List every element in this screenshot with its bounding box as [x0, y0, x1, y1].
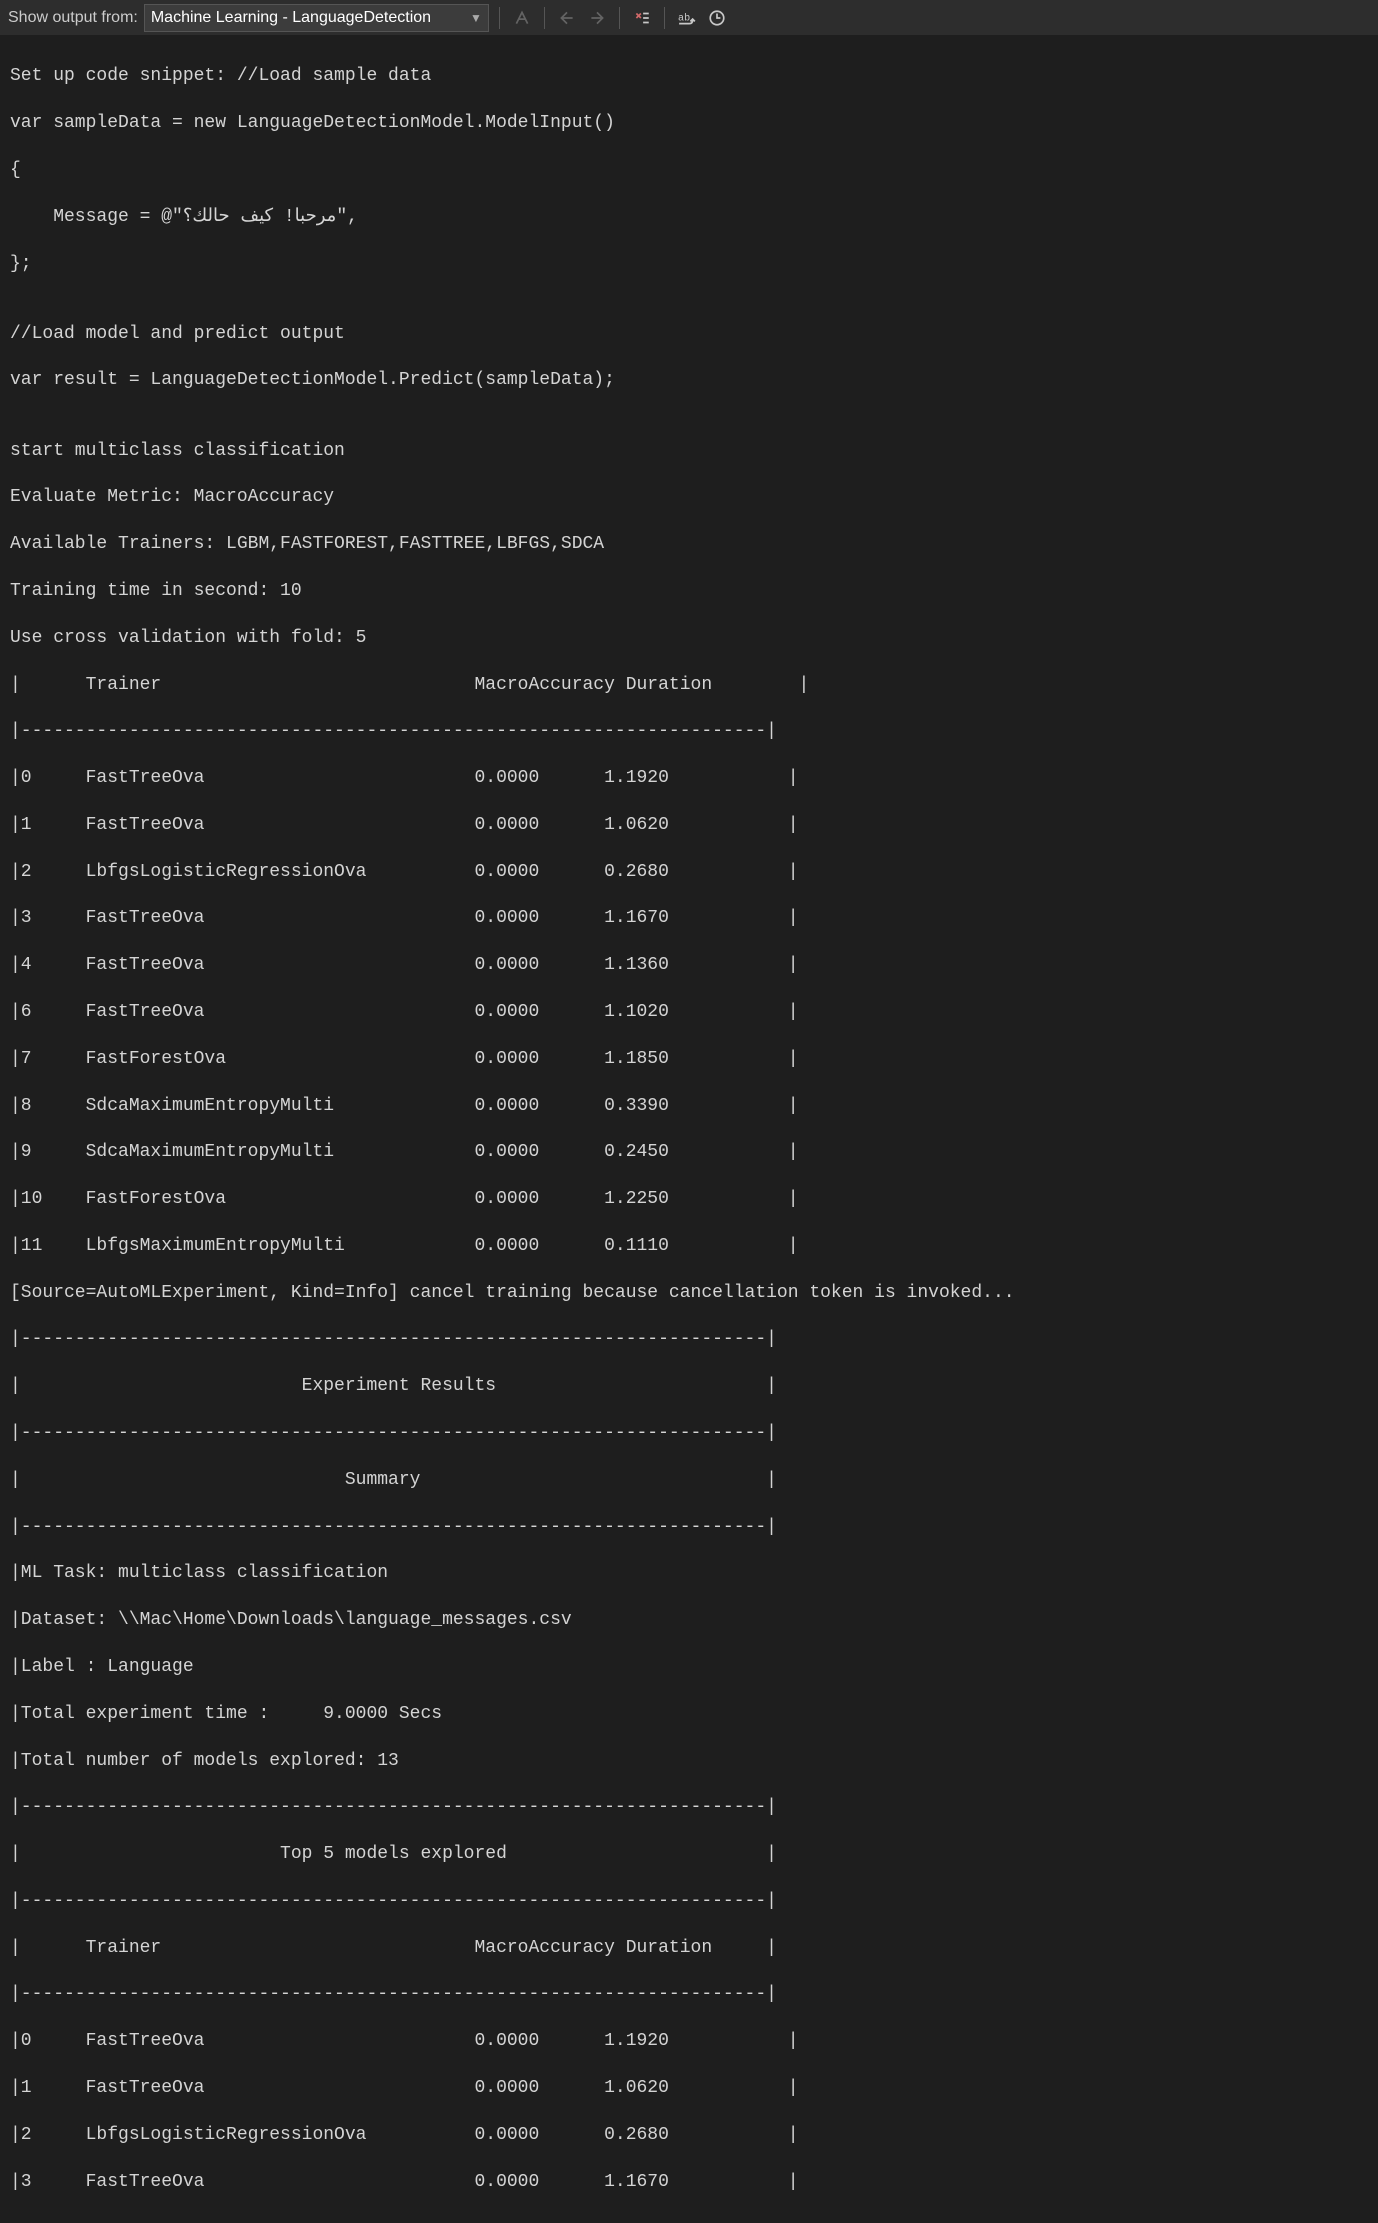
table-rule: |---------------------------------------… — [10, 1890, 1368, 1913]
table-row: |3 FastTreeOva 0.0000 1.1670 | — [10, 907, 1368, 930]
summary-line: |Dataset: \\Mac\Home\Downloads\language_… — [10, 1609, 1368, 1632]
toggle-word-wrap-icon[interactable]: ab — [675, 6, 699, 30]
section-title: | Experiment Results | — [10, 1375, 1368, 1398]
chevron-down-icon: ▼ — [470, 11, 482, 25]
code-line: var result = LanguageDetectionModel.Pred… — [10, 369, 1368, 392]
log-line: Training time in second: 10 — [10, 580, 1368, 603]
output-pane[interactable]: Set up code snippet: //Load sample data … — [0, 36, 1378, 2223]
prev-message-icon — [555, 6, 579, 30]
separator — [499, 7, 500, 29]
show-output-label: Show output from: — [8, 9, 138, 27]
table-row: |8 SdcaMaximumEntropyMulti 0.0000 0.3390… — [10, 1095, 1368, 1118]
code-line: //Load model and predict output — [10, 323, 1368, 346]
section-title: | Top 5 models explored | — [10, 1843, 1368, 1866]
table-row: |4 FastTreeOva 0.0000 1.1360 | — [10, 954, 1368, 977]
table-rule: |---------------------------------------… — [10, 1796, 1368, 1819]
code-line: }; — [10, 253, 1368, 276]
log-line: [Source=AutoMLExperiment, Kind=Info] can… — [10, 1282, 1368, 1305]
separator — [664, 7, 665, 29]
summary-line: |Label : Language — [10, 1656, 1368, 1679]
separator — [544, 7, 545, 29]
log-line: Available Trainers: LGBM,FASTFOREST,FAST… — [10, 533, 1368, 556]
timestamp-icon[interactable] — [705, 6, 729, 30]
table-row: |9 SdcaMaximumEntropyMulti 0.0000 0.2450… — [10, 1141, 1368, 1164]
table-rule: |---------------------------------------… — [10, 1516, 1368, 1539]
summary-line: |Total experiment time : 9.0000 Secs — [10, 1703, 1368, 1726]
table-header: | Trainer MacroAccuracy Duration | — [10, 674, 1368, 697]
table-row: |3 FastTreeOva 0.0000 1.1670 | — [10, 2171, 1368, 2194]
next-message-icon — [585, 6, 609, 30]
log-line: Use cross validation with fold: 5 — [10, 627, 1368, 650]
table-row: |2 LbfgsLogisticRegressionOva 0.0000 0.2… — [10, 861, 1368, 884]
table-row: |11 LbfgsMaximumEntropyMulti 0.0000 0.11… — [10, 1235, 1368, 1258]
code-line: Message = @"‫مرحبا! كيف حالك؟‬", — [10, 206, 1368, 229]
separator — [619, 7, 620, 29]
table-rule: |---------------------------------------… — [10, 1983, 1368, 2006]
table-row: |10 FastForestOva 0.0000 1.2250 | — [10, 1188, 1368, 1211]
code-line: Set up code snippet: //Load sample data — [10, 65, 1368, 88]
svg-text:ab: ab — [678, 12, 690, 24]
summary-line: |ML Task: multiclass classification — [10, 1562, 1368, 1585]
table-row: |0 FastTreeOva 0.0000 1.1920 | — [10, 767, 1368, 790]
find-message-icon — [510, 6, 534, 30]
table-rule: |---------------------------------------… — [10, 1422, 1368, 1445]
output-source-dropdown[interactable]: Machine Learning - LanguageDetection ▼ — [144, 4, 489, 32]
table-rule: |---------------------------------------… — [10, 720, 1368, 743]
table-row: |1 FastTreeOva 0.0000 1.0620 | — [10, 814, 1368, 837]
table-header: | Trainer MacroAccuracy Duration | — [10, 1937, 1368, 1960]
output-toolbar: Show output from: Machine Learning - Lan… — [0, 0, 1378, 36]
log-line: Evaluate Metric: MacroAccuracy — [10, 486, 1368, 509]
table-row: |0 FastTreeOva 0.0000 1.1920 | — [10, 2030, 1368, 2053]
code-line: { — [10, 159, 1368, 182]
table-row: |1 FastTreeOva 0.0000 1.0620 | — [10, 2077, 1368, 2100]
table-row: |7 FastForestOva 0.0000 1.1850 | — [10, 1048, 1368, 1071]
table-rule: |---------------------------------------… — [10, 1328, 1368, 1351]
table-row: |2 LbfgsLogisticRegressionOva 0.0000 0.2… — [10, 2124, 1368, 2147]
log-line: start multiclass classification — [10, 440, 1368, 463]
dropdown-value: Machine Learning - LanguageDetection — [151, 9, 431, 27]
clear-all-icon[interactable] — [630, 6, 654, 30]
section-title: | Summary | — [10, 1469, 1368, 1492]
code-line: var sampleData = new LanguageDetectionMo… — [10, 112, 1368, 135]
summary-line: |Total number of models explored: 13 — [10, 1750, 1368, 1773]
table-row: |6 FastTreeOva 0.0000 1.1020 | — [10, 1001, 1368, 1024]
